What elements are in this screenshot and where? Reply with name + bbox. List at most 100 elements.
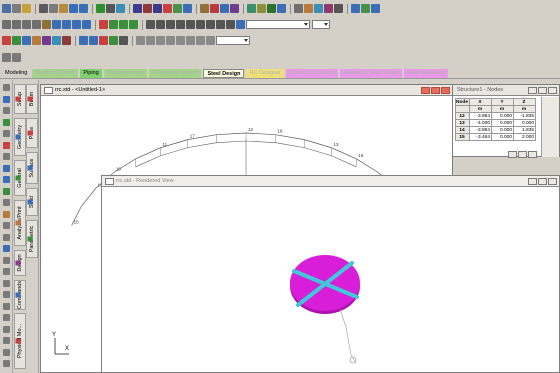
- load-case-combo[interactable]: [216, 36, 250, 45]
- page-control-general[interactable]: General: [14, 160, 26, 196]
- table-cell[interactable]: 0.000: [514, 120, 536, 127]
- left-strip-tool-icon[interactable]: [3, 141, 10, 149]
- arrow-left-icon[interactable]: [52, 20, 61, 29]
- offset-icon[interactable]: [257, 4, 266, 13]
- grid-icon[interactable]: [116, 4, 125, 13]
- view-left-icon[interactable]: [2, 53, 11, 62]
- workspace-tab-rc-designer[interactable]: RC Designer: [246, 68, 284, 78]
- workspace-tab-advanced-slab-design[interactable]: Advanced Slab Design: [340, 68, 403, 78]
- workspace-tab-building-planner[interactable]: Building Planner: [32, 68, 79, 78]
- left-strip-tool-icon[interactable]: [3, 199, 10, 206]
- workspace-tab-foundation-design[interactable]: Foundation Design: [149, 68, 202, 78]
- rendered-close-button[interactable]: [548, 177, 557, 185]
- zoom-all-icon[interactable]: [176, 20, 185, 29]
- ortho-icon[interactable]: [351, 4, 360, 13]
- spec-icon[interactable]: [230, 4, 239, 13]
- select-beams-icon[interactable]: [89, 36, 98, 45]
- sub-tab-surface[interactable]: Surface: [26, 152, 38, 184]
- rotate-z-icon[interactable]: [22, 20, 31, 29]
- magnify-icon[interactable]: [236, 20, 245, 29]
- support-icon[interactable]: [200, 4, 209, 13]
- left-strip-tool-icon[interactable]: [3, 337, 10, 344]
- label-icon[interactable]: [334, 4, 343, 13]
- release-icon[interactable]: [247, 4, 256, 13]
- rendered-viewport[interactable]: [102, 187, 559, 373]
- restore-close-button[interactable]: [528, 151, 537, 158]
- table-minimize-button[interactable]: [528, 86, 537, 94]
- table-cell[interactable]: -4.000: [470, 120, 492, 127]
- left-strip-tool-icon[interactable]: [3, 268, 10, 275]
- mesh-icon[interactable]: [314, 4, 323, 13]
- select-plates-icon[interactable]: [99, 36, 108, 45]
- left-strip-tool-icon[interactable]: [3, 118, 10, 126]
- table-cell[interactable]: -3.464: [470, 134, 492, 141]
- mirror-icon[interactable]: [156, 36, 165, 45]
- save-icon[interactable]: [2, 4, 11, 13]
- zoom-combo[interactable]: [312, 20, 330, 29]
- left-strip-tool-icon[interactable]: [3, 360, 10, 367]
- page-control-physical-mo-[interactable]: Physical Mo...: [14, 313, 26, 369]
- rendered-maximize-button[interactable]: [538, 177, 547, 185]
- next-view-icon[interactable]: [216, 20, 225, 29]
- add-beam-icon[interactable]: [196, 36, 205, 45]
- zoom-window-icon[interactable]: [166, 20, 175, 29]
- surface-icon[interactable]: [183, 4, 192, 13]
- page-control-geometry[interactable]: Geometry: [14, 118, 26, 156]
- view-right-icon[interactable]: [12, 53, 21, 62]
- pan-icon[interactable]: [32, 20, 41, 29]
- minimize-button[interactable]: [421, 86, 430, 94]
- maximize-button[interactable]: [431, 86, 440, 94]
- side-icon[interactable]: [119, 20, 128, 29]
- geometry-cursor-icon[interactable]: [52, 36, 61, 45]
- left-strip-tool-icon[interactable]: [3, 130, 10, 137]
- left-strip-tool-icon[interactable]: [3, 245, 10, 252]
- left-strip-tool-icon[interactable]: [3, 314, 10, 321]
- snap-icon[interactable]: [304, 4, 313, 13]
- arrow-up-icon[interactable]: [72, 20, 81, 29]
- left-strip-tool-icon[interactable]: [3, 187, 10, 195]
- front-icon[interactable]: [109, 20, 118, 29]
- view-angle-combo[interactable]: [246, 20, 310, 29]
- add-plate-icon[interactable]: [206, 36, 215, 45]
- plate-cursor-icon[interactable]: [22, 36, 31, 45]
- redo-icon[interactable]: [79, 4, 88, 13]
- node-cursor-icon[interactable]: [12, 36, 21, 45]
- table-cell[interactable]: 0.000: [492, 127, 514, 134]
- page-control-design[interactable]: Design: [14, 250, 26, 276]
- select-all-icon[interactable]: [119, 36, 128, 45]
- left-strip-tool-icon[interactable]: [3, 256, 10, 264]
- view-icon[interactable]: [361, 4, 370, 13]
- rotate-x-icon[interactable]: [2, 20, 11, 29]
- restore-max-button[interactable]: [518, 151, 527, 158]
- left-strip-tool-icon[interactable]: [3, 222, 10, 229]
- solid-cursor-icon[interactable]: [32, 36, 41, 45]
- arrow-down-icon[interactable]: [82, 20, 91, 29]
- open-icon[interactable]: [22, 4, 31, 13]
- dim-icon[interactable]: [324, 4, 333, 13]
- spin-icon[interactable]: [42, 20, 51, 29]
- copy-translate-icon[interactable]: [146, 36, 155, 45]
- top-icon[interactable]: [129, 20, 138, 29]
- left-strip-tool-icon[interactable]: [3, 107, 10, 114]
- close-button[interactable]: [441, 86, 450, 94]
- table-close-button[interactable]: [548, 86, 557, 94]
- left-strip-tool-icon[interactable]: [3, 95, 10, 103]
- table-restore-controls[interactable]: [507, 151, 537, 160]
- left-strip-tool-icon[interactable]: [3, 348, 10, 356]
- pointer-icon[interactable]: [106, 4, 115, 13]
- previous-view-icon[interactable]: [206, 20, 215, 29]
- plate-icon[interactable]: [163, 4, 172, 13]
- iso-icon[interactable]: [99, 20, 108, 29]
- rotate-y-icon[interactable]: [12, 20, 21, 29]
- zoom-in-icon[interactable]: [146, 20, 155, 29]
- left-strip-tool-icon[interactable]: [3, 325, 10, 333]
- display-icon[interactable]: [226, 20, 235, 29]
- solid-icon[interactable]: [173, 4, 182, 13]
- workspace-tab-connection-design[interactable]: Connection Design: [285, 68, 339, 78]
- left-strip-tool-icon[interactable]: [3, 291, 10, 298]
- table-cell[interactable]: -3.884: [470, 113, 492, 120]
- surface-cursor-icon[interactable]: [42, 36, 51, 45]
- undo-icon[interactable]: [69, 4, 78, 13]
- table-cell[interactable]: -3.884: [470, 127, 492, 134]
- table-scrollbar[interactable]: [541, 97, 559, 157]
